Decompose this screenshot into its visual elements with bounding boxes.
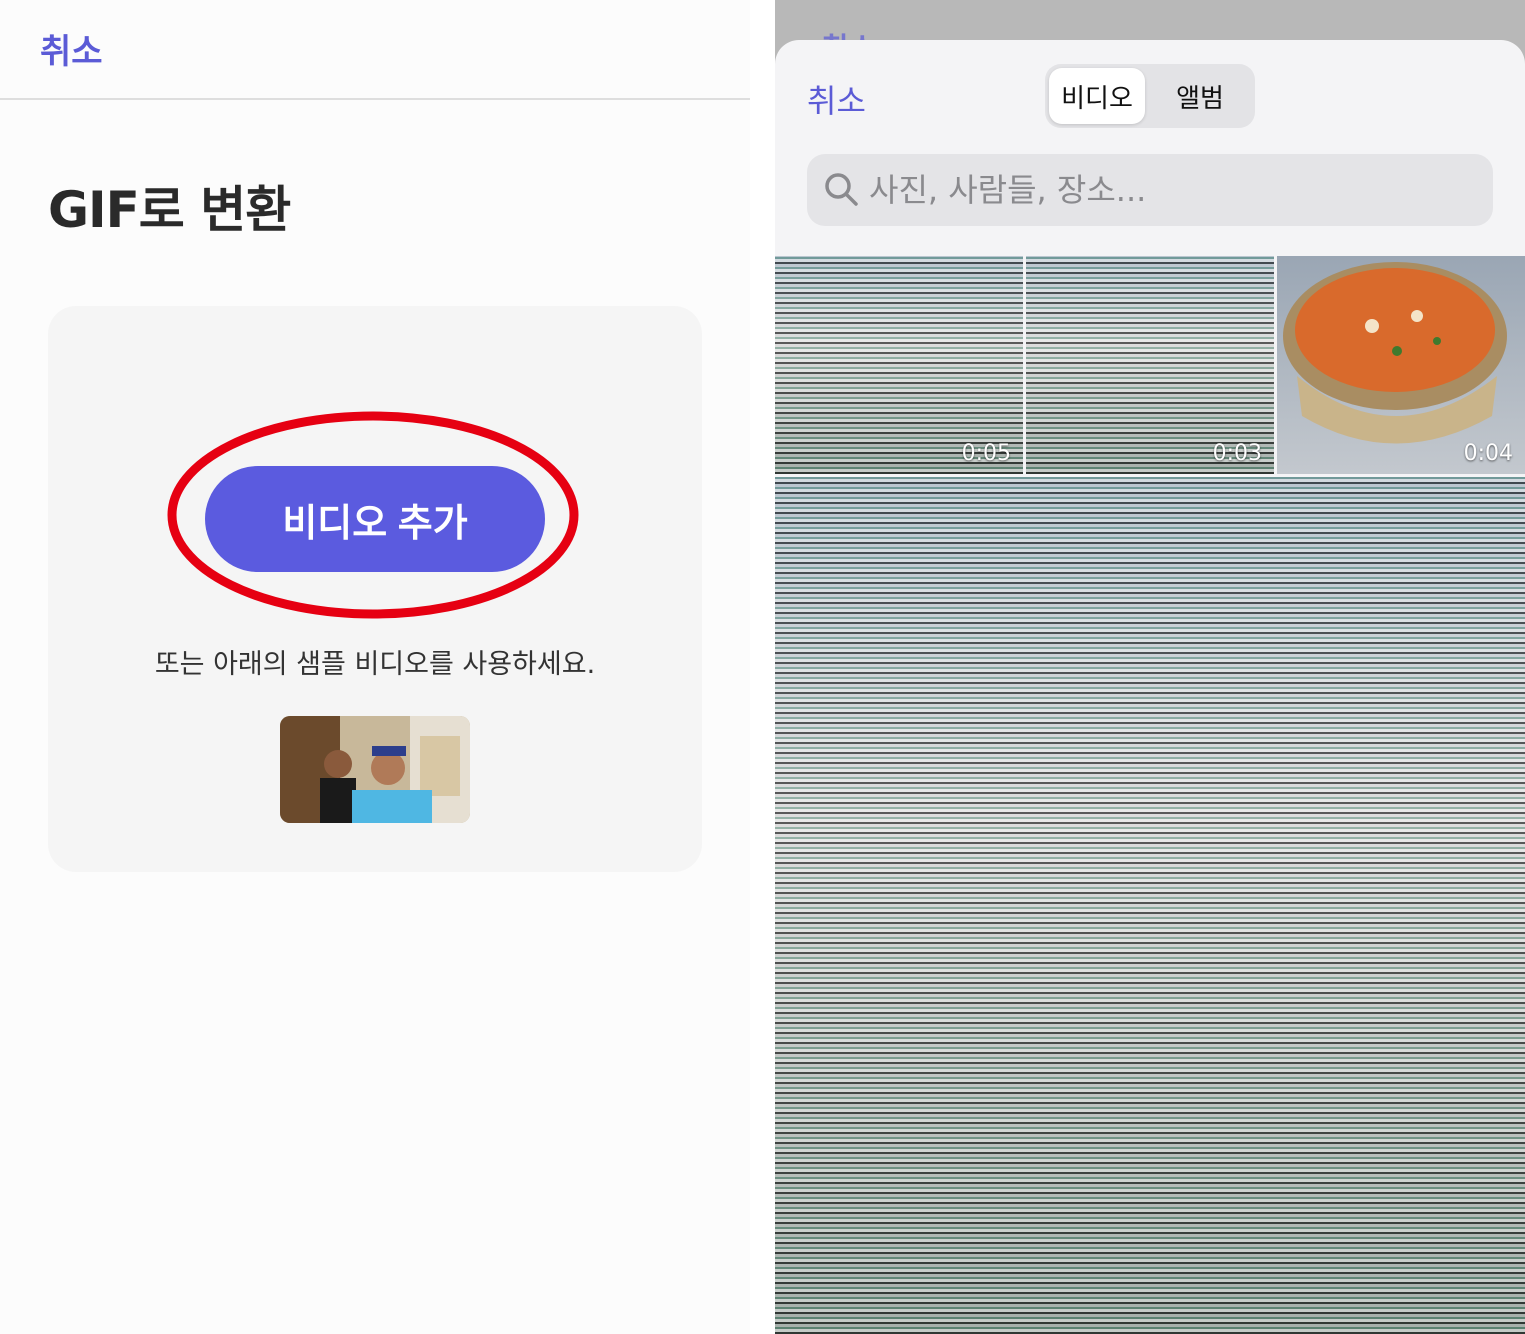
media-type-segmented-control: 비디오 앨범 [1045,64,1255,128]
picker-cancel-button[interactable]: 취소 [807,76,866,122]
video-duration: 0:03 [1212,441,1262,466]
search-icon [825,173,858,206]
tab-album[interactable]: 앨범 [1149,68,1251,124]
video-duration: 0:05 [961,441,1011,466]
tab-video[interactable]: 비디오 [1049,68,1145,124]
video-thumbnail[interactable]: 0:03 [1026,256,1274,474]
page-title: GIF로 변환 [48,181,291,239]
video-thumbnail[interactable]: 0:04 [1277,256,1525,474]
cancel-button[interactable]: 취소 [40,24,103,73]
video-picker-overlay: 취소 취소 비디오 앨범 사진, 사람들, 장소... 0:05 0:03 [775,0,1525,1334]
video-grid: 0:05 0:03 0:04 [775,256,1525,1334]
video-picker-sheet: 취소 비디오 앨범 사진, 사람들, 장소... 0:05 0:03 0:04 [775,40,1525,1334]
add-video-button[interactable]: 비디오 추가 [205,466,545,572]
sample-video-image [280,716,470,823]
sample-video-thumbnail[interactable] [280,716,470,823]
search-bar[interactable]: 사진, 사람들, 장소... [807,154,1493,226]
convert-screen: 취소 GIF로 변환 비디오 추가 또는 아래의 샘플 비디오를 사용하세요. [0,0,750,1334]
header-divider [0,98,750,100]
video-duration: 0:04 [1463,441,1513,466]
sample-hint-text: 또는 아래의 샘플 비디오를 사용하세요. [154,649,596,680]
upload-card: 비디오 추가 또는 아래의 샘플 비디오를 사용하세요. [48,306,702,872]
video-thumbnail[interactable]: 0:05 [775,256,1023,474]
video-grid-corrupted-area [775,477,1525,1334]
search-input[interactable]: 사진, 사람들, 장소... [869,154,1146,226]
